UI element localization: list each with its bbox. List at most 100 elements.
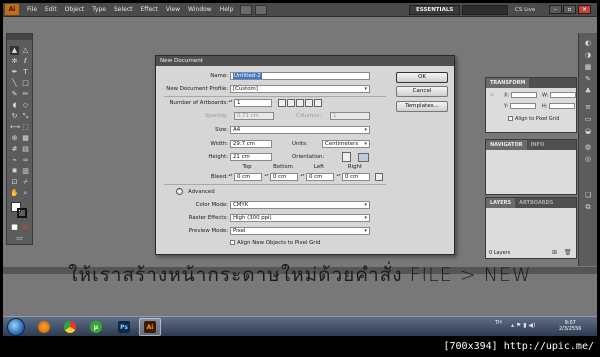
selection-tool-icon[interactable]: ▲ xyxy=(10,46,19,55)
minimize-button[interactable]: – xyxy=(549,5,562,14)
blend-tool-icon[interactable]: ∞ xyxy=(21,156,30,165)
menu-view[interactable]: View xyxy=(162,3,184,17)
transparency-panel-icon[interactable]: ◒ xyxy=(583,127,593,136)
align-new-objects-checkbox[interactable] xyxy=(230,240,235,245)
profile-dropdown[interactable]: [Custom] ▾ xyxy=(230,85,370,93)
windows-start-icon[interactable] xyxy=(7,318,25,336)
columns-input[interactable]: 1 xyxy=(330,112,370,120)
h-input[interactable] xyxy=(549,103,576,109)
pen-tool-icon[interactable]: ✒ xyxy=(10,68,19,77)
system-tray-icons[interactable]: ▴ ⚑ ▮ ◀) xyxy=(511,322,535,329)
tab-info[interactable]: INFO xyxy=(527,140,549,150)
free-transform-tool-icon[interactable]: ⬚ xyxy=(21,123,30,132)
rectangle-tool-icon[interactable]: □ xyxy=(21,79,30,88)
bleed-top-input[interactable]: 0 cm xyxy=(234,173,262,181)
type-tool-icon[interactable]: T xyxy=(21,68,30,77)
align-pixel-grid-row[interactable]: Align to Pixel Grid xyxy=(508,116,559,122)
menu-file[interactable]: File xyxy=(23,3,41,17)
arrange-documents-icon[interactable] xyxy=(255,4,268,15)
grid-by-row-icon[interactable] xyxy=(278,99,286,107)
preview-mode-dropdown[interactable]: Pixel ▾ xyxy=(230,227,370,235)
magic-wand-tool-icon[interactable]: ✲ xyxy=(10,57,19,66)
height-input[interactable]: 21 cm xyxy=(230,153,272,161)
screen-mode-icon[interactable]: ▭ xyxy=(15,234,24,243)
color-mode-icon[interactable]: ■ xyxy=(10,223,19,232)
link-bleed-icon[interactable] xyxy=(375,173,383,181)
arrange-by-column-icon[interactable] xyxy=(305,99,313,107)
graph-tool-icon[interactable]: ▥ xyxy=(21,167,30,176)
bleed-left-stepper-icon[interactable]: ▴▾ xyxy=(300,173,305,181)
menu-select[interactable]: Select xyxy=(110,3,137,17)
grid-by-column-icon[interactable] xyxy=(287,99,295,107)
bleed-bottom-stepper-icon[interactable]: ▴▾ xyxy=(264,173,269,181)
illustrator-taskbar-button[interactable]: Ai xyxy=(139,318,161,336)
swatches-panel-icon[interactable]: ▦ xyxy=(583,63,593,72)
name-input[interactable]: Untitled-2 xyxy=(230,72,370,80)
artboards-input[interactable]: 1 xyxy=(234,99,272,107)
graphic-styles-icon[interactable]: ◎ xyxy=(583,155,593,164)
templates-button[interactable]: Templates... xyxy=(396,101,448,112)
slice-tool-icon[interactable]: ⌿ xyxy=(21,178,30,187)
y-input[interactable] xyxy=(509,103,536,109)
firefox-taskbar-button[interactable] xyxy=(33,318,55,336)
direct-selection-tool-icon[interactable]: △ xyxy=(21,46,30,55)
portrait-icon[interactable] xyxy=(342,152,351,162)
tools-panel-grip[interactable] xyxy=(7,34,32,40)
perspective-grid-tool-icon[interactable]: ▦ xyxy=(21,134,30,143)
eyedropper-tool-icon[interactable]: ⌁ xyxy=(10,156,19,165)
menu-edit[interactable]: Edit xyxy=(41,3,61,17)
artboards-panel-icon[interactable]: ⧉ xyxy=(583,203,593,212)
mesh-tool-icon[interactable]: # xyxy=(10,145,19,154)
symbols-panel-icon[interactable]: ♣ xyxy=(583,87,593,96)
tab-layers[interactable]: LAYERS xyxy=(486,198,516,208)
spacing-input[interactable]: 0.71 cm xyxy=(234,112,274,120)
new-layer-icon[interactable]: ⊞ xyxy=(552,249,557,256)
close-button[interactable]: × xyxy=(578,5,591,14)
width-input[interactable]: 29.7 cm xyxy=(230,140,272,148)
appearance-panel-icon[interactable]: ◍ xyxy=(583,143,593,152)
raster-effects-dropdown[interactable]: High (300 ppi) ▾ xyxy=(230,214,370,222)
blob-brush-tool-icon[interactable]: ◖ xyxy=(10,101,19,110)
advanced-toggle-icon[interactable]: ⌃ xyxy=(176,188,183,195)
chrome-taskbar-button[interactable] xyxy=(59,318,81,336)
width-tool-icon[interactable]: ⟷ xyxy=(10,123,20,132)
arrange-by-row-icon[interactable] xyxy=(296,99,304,107)
bleed-right-stepper-icon[interactable]: ▴▾ xyxy=(336,173,341,181)
scale-tool-icon[interactable]: ⤡ xyxy=(21,112,30,121)
gradient-panel-icon[interactable]: ▭ xyxy=(583,115,593,124)
stroke-swatch[interactable] xyxy=(17,208,27,218)
brushes-panel-icon[interactable]: ✎ xyxy=(583,75,593,84)
menu-effect[interactable]: Effect xyxy=(137,3,162,17)
paintbrush-tool-icon[interactable]: ✎ xyxy=(10,90,19,99)
cs-live-button[interactable]: CS Live xyxy=(515,5,535,15)
right-to-left-icon[interactable] xyxy=(314,99,322,107)
lasso-tool-icon[interactable]: ℓ xyxy=(21,57,30,66)
ok-button[interactable]: OK xyxy=(396,72,448,83)
bridge-icon[interactable] xyxy=(240,4,253,15)
gradient-tool-icon[interactable]: ▤ xyxy=(21,145,30,154)
reference-point-icon[interactable]: ⁙ xyxy=(490,92,494,98)
align-pixel-grid-option[interactable]: Align New Objects to Pixel Grid xyxy=(230,240,320,246)
rotate-tool-icon[interactable]: ↻ xyxy=(10,112,19,121)
color-mode-dropdown[interactable]: CMYK ▾ xyxy=(230,201,370,209)
stroke-panel-icon[interactable]: ≡ xyxy=(583,103,593,112)
bleed-right-input[interactable]: 0 cm xyxy=(342,173,370,181)
bleed-left-input[interactable]: 0 cm xyxy=(306,173,334,181)
units-dropdown[interactable]: Centimeters ▾ xyxy=(322,140,370,148)
color-guide-icon[interactable]: ◑ xyxy=(583,51,593,60)
tab-transform[interactable]: TRANSFORM xyxy=(486,78,530,88)
x-input[interactable] xyxy=(510,92,537,98)
bleed-top-stepper-icon[interactable]: ▴▾ xyxy=(228,173,233,181)
cancel-button[interactable]: Cancel xyxy=(396,86,448,97)
align-pixel-grid-checkbox[interactable] xyxy=(508,116,513,121)
photoshop-taskbar-button[interactable]: Ps xyxy=(113,318,135,336)
none-mode-icon[interactable]: ⧄ xyxy=(21,223,30,232)
pencil-tool-icon[interactable]: ✏ xyxy=(21,90,30,99)
artboards-stepper-icon[interactable]: ▴▾ xyxy=(228,99,233,107)
color-panel-icon[interactable]: ◐ xyxy=(583,39,593,48)
workspace-switcher[interactable]: ESSENTIALS xyxy=(409,5,461,15)
bleed-bottom-input[interactable]: 0 cm xyxy=(270,173,298,181)
menu-object[interactable]: Object xyxy=(61,3,89,17)
eraser-tool-icon[interactable]: ◇ xyxy=(21,101,30,110)
menu-help[interactable]: Help xyxy=(216,3,238,17)
